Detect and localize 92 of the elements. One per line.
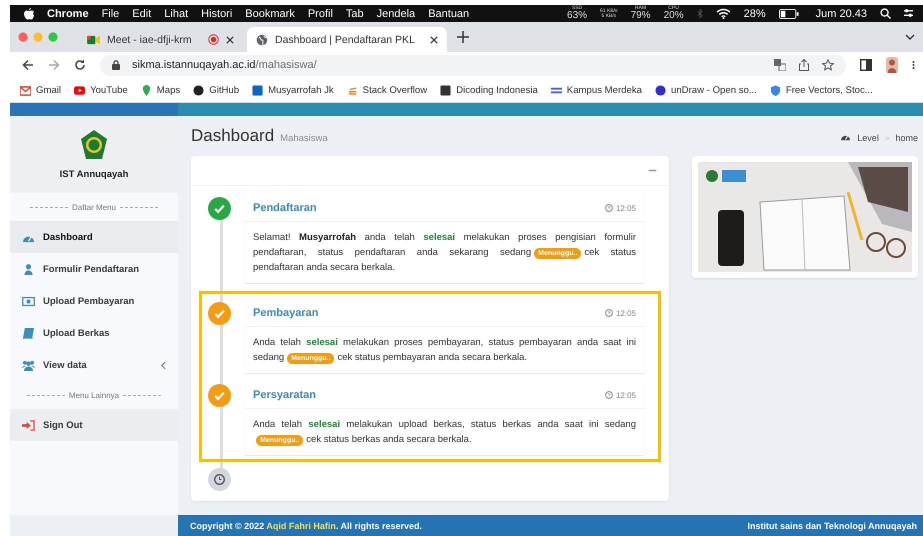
timeline-time: 12:05 [616, 204, 636, 212]
clock-icon [208, 468, 231, 491]
plus-icon[interactable] [457, 31, 469, 43]
star-icon[interactable] [822, 59, 834, 71]
close-icon[interactable] [226, 36, 234, 44]
sign-out-icon [22, 420, 35, 430]
bookmark-link[interactable]: Musyarrofah Jk [252, 84, 334, 96]
page-title: Dashboard [191, 126, 274, 146]
globe-icon [256, 34, 268, 46]
translate-icon[interactable] [774, 59, 786, 71]
menu-item[interactable]: Jendela [376, 8, 416, 20]
menu-item[interactable]: Histori [201, 8, 232, 20]
sidebar-item[interactable]: Sign Out [10, 409, 178, 441]
breadcrumb-link[interactable]: home [895, 133, 918, 143]
sidebar-item[interactable]: View data [10, 349, 178, 381]
institution-name: Institut sains dan Teknologi Annuqayah [747, 520, 917, 530]
clock-icon [604, 391, 613, 399]
square-icon [252, 84, 264, 96]
circle-icon [193, 84, 204, 96]
recording-icon [208, 34, 219, 45]
users-icon [22, 360, 35, 370]
stat-value: 79% [630, 11, 651, 21]
menu-heading: Daftar Menu [72, 202, 116, 212]
apple-icon[interactable] [24, 8, 34, 20]
browser-tab[interactable]: Meet - iae-dfji-krm [78, 27, 243, 52]
brand-name: IST Annuqayah [60, 169, 128, 180]
app-menu[interactable]: Chrome [47, 8, 89, 20]
reload-icon[interactable] [74, 59, 86, 71]
stat-value: 63% [567, 11, 588, 21]
breadcrumb-separator: > [884, 134, 890, 143]
menu-item[interactable]: Bookmark [245, 8, 295, 20]
menu-item[interactable]: Profil [308, 8, 333, 20]
battery-percent: 28% [744, 8, 766, 20]
address-field[interactable]: sikma.istannuqayah.ac.id/mahasiswa/ [100, 54, 846, 76]
collapse-icon[interactable] [648, 169, 657, 172]
bookmark-link[interactable]: Free Vectors, Stoc... [770, 84, 873, 96]
timeline-time: 12:05 [616, 390, 636, 400]
sidebar-item[interactable]: Formulir Pendaftaran [10, 253, 178, 285]
chevron-left-icon[interactable] [161, 360, 166, 370]
mail-icon [20, 84, 31, 96]
bluetooth-icon[interactable] [696, 8, 703, 19]
menu-item[interactable]: Lihat [164, 8, 188, 20]
bookmark-link[interactable]: GitHub [193, 84, 240, 96]
timeline-title: Persyaratan [253, 389, 316, 401]
play-icon [74, 84, 86, 96]
clock-icon [604, 309, 613, 317]
sidebar-item[interactable]: Upload Berkas [10, 317, 178, 349]
sidebar-item[interactable]: Dashboard [10, 221, 178, 253]
bookmark-link[interactable]: Kampus Merdeka [550, 84, 642, 96]
sidebar-item[interactable]: Upload Pembayaran [10, 285, 178, 317]
stat-value: 20% [664, 11, 684, 21]
bookmark-link[interactable]: unDraw - Open so... [654, 84, 757, 96]
square-icon [440, 84, 452, 96]
menu-item[interactable]: File [102, 8, 120, 20]
page-subtitle: Mahasiswa [280, 133, 328, 144]
browser-tab[interactable]: Dashboard | Pendaftaran PKL [247, 27, 447, 52]
menu-item[interactable]: Tab [346, 8, 364, 20]
clock-icon [604, 204, 613, 212]
clock[interactable]: Jum 20.43 [816, 8, 867, 20]
back-icon[interactable] [22, 59, 34, 71]
close-icon[interactable] [430, 36, 438, 44]
chevron-down-icon[interactable] [905, 34, 915, 40]
bookmark-link[interactable]: Stack Overflow [346, 84, 428, 96]
menu-item[interactable]: Edit [132, 8, 152, 20]
user-icon [22, 264, 35, 274]
timeline-title: Pendaftaran [253, 202, 317, 214]
book-icon [22, 328, 35, 338]
control-center-icon[interactable] [904, 8, 913, 19]
bookmark-link[interactable]: Maps [140, 84, 180, 96]
breadcrumb-link[interactable]: Level [857, 133, 879, 143]
stack-icon [346, 84, 358, 96]
bookmark-link[interactable]: YouTube [74, 84, 128, 96]
avatar-icon[interactable] [886, 57, 898, 73]
battery-icon[interactable] [778, 8, 799, 18]
timeline-title: Pembayaran [253, 307, 318, 319]
wifi-icon[interactable] [716, 8, 731, 19]
bookmark-link[interactable]: Dicoding Indonesia [440, 84, 538, 96]
copyright-text: Copyright © 2022 Aqid Fahri Hafin. All rights reserved. [190, 520, 422, 530]
banknote-icon [22, 296, 35, 306]
kebab-menu-icon[interactable] [912, 59, 915, 71]
menu-heading: Menu Lainnya [68, 390, 120, 400]
timeline-time: 12:05 [616, 308, 636, 318]
menu-item[interactable]: Bantuan [428, 8, 470, 20]
search-icon[interactable] [880, 8, 891, 19]
lock-icon [112, 60, 120, 70]
side-panel-icon[interactable] [860, 59, 872, 71]
map-pin-icon [140, 84, 152, 96]
video-camera-icon [87, 34, 100, 44]
share-icon[interactable] [798, 59, 810, 71]
emblem-icon [78, 129, 110, 161]
bookmark-link[interactable]: Gmail [20, 84, 62, 96]
shield-icon [770, 84, 781, 96]
